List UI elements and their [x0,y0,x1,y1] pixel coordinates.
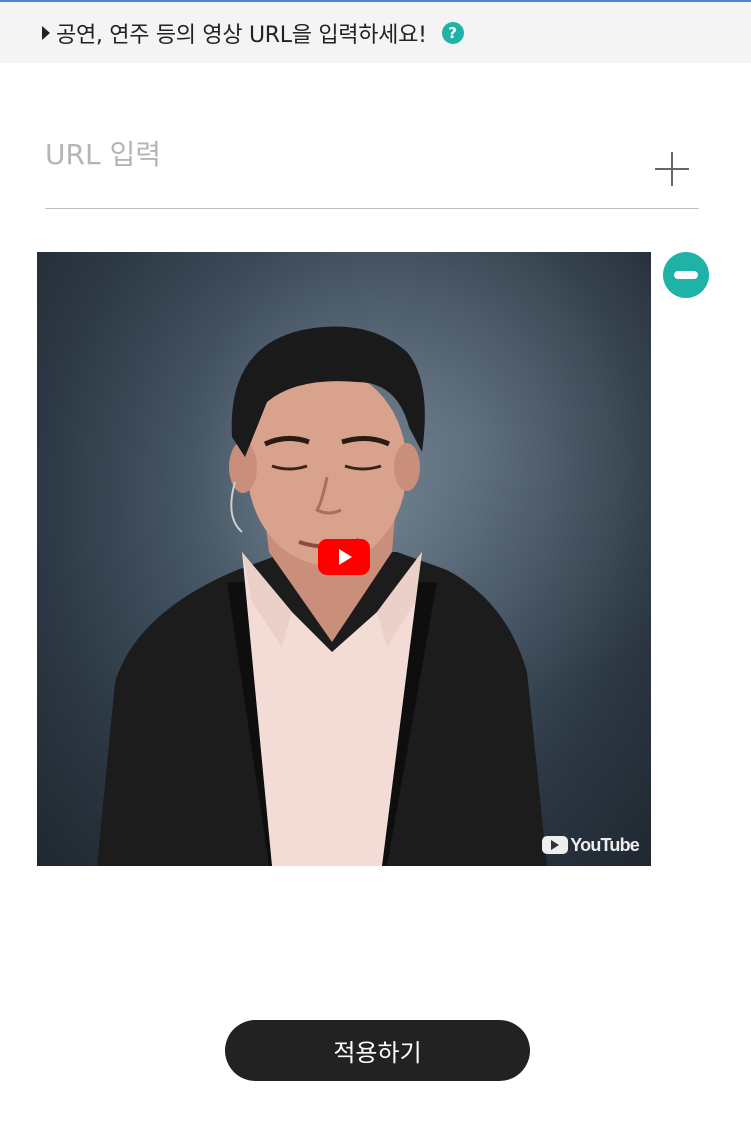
youtube-logo-text: YouTube [570,834,640,855]
instruction-title: 공연, 연주 등의 영상 URL을 입력하세요! [56,22,427,48]
remove-video-button[interactable] [663,252,709,298]
caret-right-icon [42,25,50,40]
minus-circle-icon [674,271,698,279]
youtube-logo: YouTube [542,834,640,855]
video-thumbnail[interactable]: YouTube [37,252,651,866]
url-input-row [45,118,699,209]
youtube-play-icon[interactable] [318,539,370,575]
youtube-logo-icon [542,836,569,854]
instruction-header: 공연, 연주 등의 영상 URL을 입력하세요! ? [0,2,751,63]
add-url-button[interactable] [653,150,691,188]
url-input[interactable] [45,132,635,176]
help-icon[interactable]: ? [441,21,464,44]
apply-button[interactable]: 적용하기 [225,1020,530,1081]
